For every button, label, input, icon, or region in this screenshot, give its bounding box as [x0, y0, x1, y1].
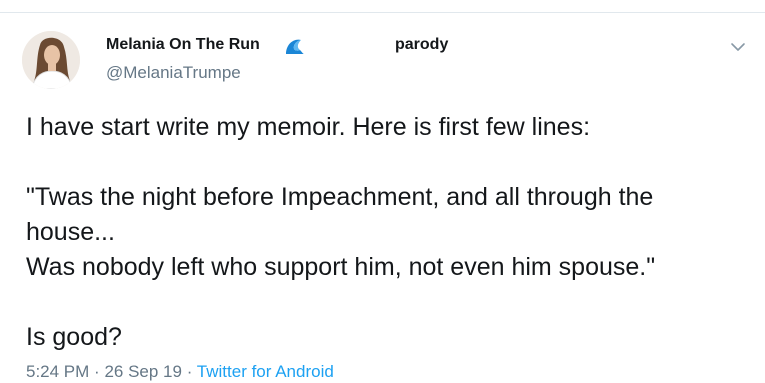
display-name[interactable]: Melania On The Run	[106, 36, 260, 54]
avatar[interactable]	[22, 31, 80, 89]
tweet-source-link[interactable]: Twitter for Android	[197, 362, 334, 381]
chevron-down-icon[interactable]	[729, 40, 747, 54]
parody-label: parody	[395, 36, 449, 53]
water-wave-icon	[284, 36, 306, 58]
meta-separator: ·	[94, 362, 100, 381]
tweet-time[interactable]: 5:24 PM	[26, 362, 89, 381]
tweet-date[interactable]: 26 Sep 19	[104, 362, 182, 381]
top-divider	[0, 12, 765, 13]
tweet-text: I have start write my memoir. Here is fi…	[26, 113, 656, 351]
username-handle[interactable]: @MelaniaTrumpe	[106, 63, 241, 83]
profile-photo-icon	[22, 31, 80, 89]
meta-separator: ·	[186, 362, 193, 381]
tweet-meta: 5:24 PM · 26 Sep 19 · Twitter for Androi…	[26, 362, 334, 382]
